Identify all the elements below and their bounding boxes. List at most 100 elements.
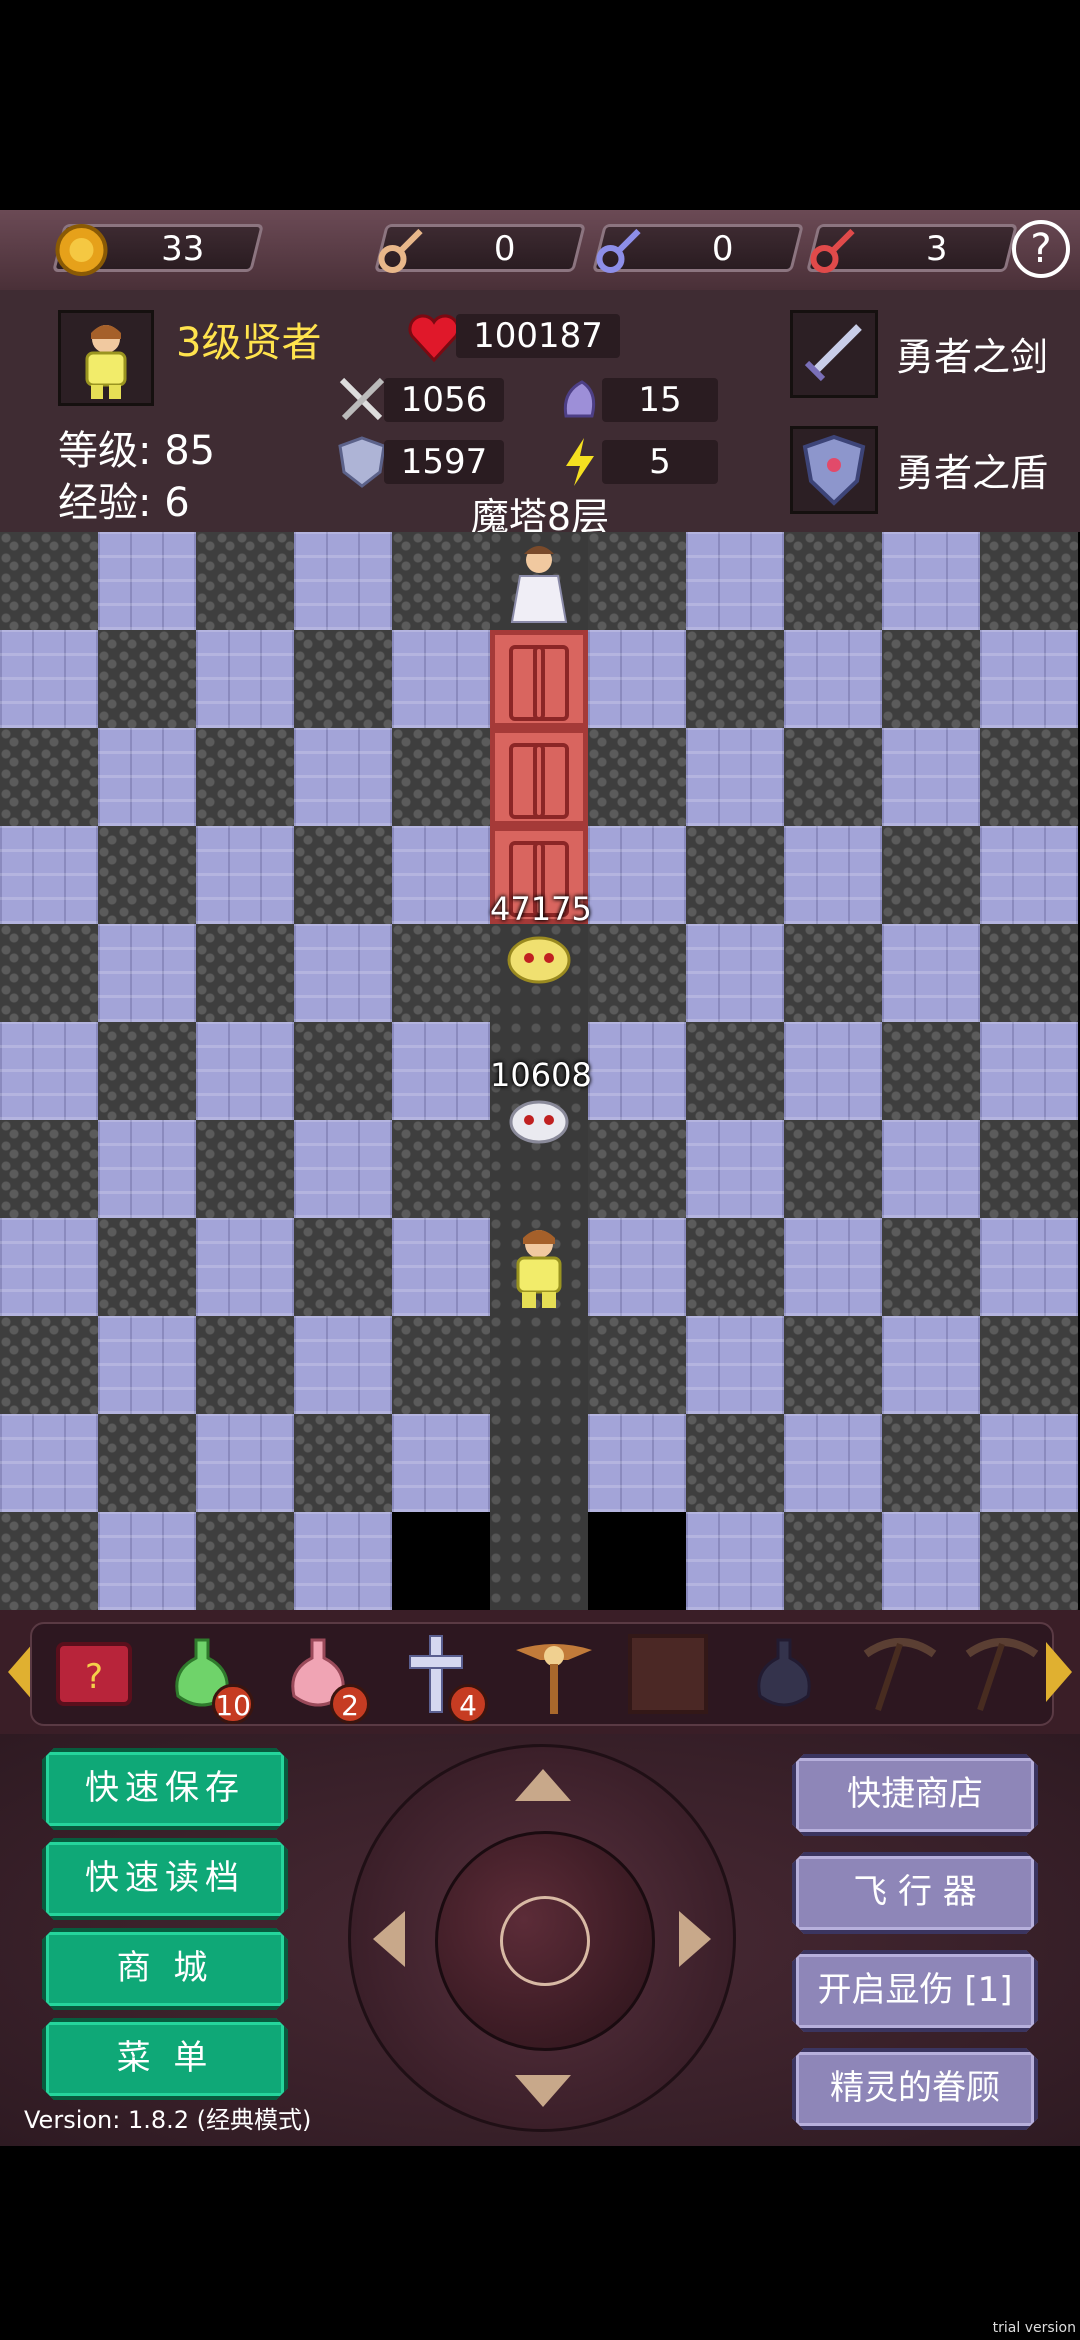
floor-tile[interactable]	[0, 1218, 98, 1316]
floor-tile[interactable]	[196, 1120, 294, 1218]
floor-tile[interactable]	[686, 1414, 784, 1512]
floor-tile[interactable]	[294, 1512, 392, 1610]
floor-tile[interactable]	[882, 1512, 980, 1610]
floor-tile[interactable]	[98, 1512, 196, 1610]
floor-tile[interactable]	[0, 1316, 98, 1414]
floor-tile[interactable]	[882, 630, 980, 728]
quick-load-button[interactable]: 快速读档	[42, 1838, 288, 1920]
floor-tile[interactable]	[392, 1120, 490, 1218]
floor-tile[interactable]	[196, 1316, 294, 1414]
floor-tile[interactable]	[196, 1022, 294, 1120]
direction-pad[interactable]	[348, 1744, 736, 2132]
floor-tile[interactable]	[784, 826, 882, 924]
floor-tile[interactable]	[294, 630, 392, 728]
quick-shop-button[interactable]: 快捷商店	[792, 1754, 1038, 1836]
floor-tile[interactable]	[196, 630, 294, 728]
floor-tile[interactable]	[0, 1022, 98, 1120]
floor-tile[interactable]	[588, 826, 686, 924]
floor-tile[interactable]	[980, 728, 1078, 826]
floor-tile[interactable]	[294, 532, 392, 630]
floor-tile[interactable]	[98, 1316, 196, 1414]
dpad-down-arrow[interactable]	[515, 2075, 571, 2107]
floor-tile[interactable]	[392, 728, 490, 826]
floor-tile[interactable]	[588, 1218, 686, 1316]
floor-tile[interactable]	[196, 1512, 294, 1610]
floor-tile[interactable]	[588, 1022, 686, 1120]
path-tile[interactable]	[490, 1316, 588, 1414]
floor-tile[interactable]	[294, 728, 392, 826]
floor-tile[interactable]	[686, 924, 784, 1022]
stairs-tile[interactable]	[392, 1512, 490, 1610]
floor-tile[interactable]	[980, 924, 1078, 1022]
floor-tile[interactable]	[294, 924, 392, 1022]
floor-tile[interactable]	[294, 1414, 392, 1512]
door-item-icon[interactable]	[622, 1630, 714, 1718]
floor-tile[interactable]	[980, 1120, 1078, 1218]
dpad-left-arrow[interactable]	[373, 1911, 405, 1967]
floor-tile[interactable]	[686, 1022, 784, 1120]
floor-tile[interactable]	[0, 1120, 98, 1218]
fairy-blessing-button[interactable]: 精灵的眷顾	[792, 2048, 1038, 2130]
floor-tile[interactable]	[588, 532, 686, 630]
floor-tile[interactable]	[784, 728, 882, 826]
flyer-button[interactable]: 飞 行 器	[792, 1852, 1038, 1934]
floor-tile[interactable]	[196, 1414, 294, 1512]
floor-tile[interactable]	[98, 1414, 196, 1512]
green-potion-icon[interactable]: 10	[156, 1630, 254, 1724]
tower-map[interactable]: 47175 10608	[0, 532, 1080, 1610]
floor-tile[interactable]	[392, 532, 490, 630]
floor-tile[interactable]	[882, 924, 980, 1022]
floor-tile[interactable]	[686, 1218, 784, 1316]
dpad-center[interactable]	[435, 1831, 655, 2051]
floor-tile[interactable]	[882, 1316, 980, 1414]
floor-tile[interactable]	[0, 532, 98, 630]
floor-tile[interactable]	[980, 1022, 1078, 1120]
floor-tile[interactable]	[0, 630, 98, 728]
floor-tile[interactable]	[294, 1316, 392, 1414]
stairs-tile[interactable]	[588, 1512, 686, 1610]
floor-tile[interactable]	[882, 1120, 980, 1218]
floor-tile[interactable]	[392, 1218, 490, 1316]
red-door-tile[interactable]	[490, 630, 588, 728]
pink-potion-icon[interactable]: 2	[272, 1630, 370, 1724]
show-damage-button[interactable]: 开启显伤 [1]	[792, 1950, 1038, 2032]
floor-tile[interactable]	[784, 1120, 882, 1218]
quick-save-button[interactable]: 快速保存	[42, 1748, 288, 1830]
floor-tile[interactable]	[98, 1218, 196, 1316]
floor-tile[interactable]	[392, 1022, 490, 1120]
pickaxe-2-icon[interactable]	[956, 1630, 1048, 1718]
dpad-right-arrow[interactable]	[679, 1911, 711, 1967]
floor-tile[interactable]	[784, 1414, 882, 1512]
floor-tile[interactable]	[294, 826, 392, 924]
floor-tile[interactable]	[784, 532, 882, 630]
floor-tile[interactable]	[882, 1022, 980, 1120]
monster-book-icon[interactable]: ?	[48, 1630, 140, 1718]
floor-tile[interactable]	[784, 1512, 882, 1610]
floor-tile[interactable]	[980, 1316, 1078, 1414]
floor-tile[interactable]	[294, 1218, 392, 1316]
floor-tile[interactable]	[98, 532, 196, 630]
floor-tile[interactable]	[196, 924, 294, 1022]
floor-tile[interactable]	[686, 1120, 784, 1218]
shop-button[interactable]: 商 城	[42, 1928, 288, 2010]
floor-tile[interactable]	[784, 630, 882, 728]
floor-tile[interactable]	[98, 924, 196, 1022]
hero-sprite-icon[interactable]	[490, 1218, 588, 1316]
path-tile[interactable]	[490, 1512, 588, 1610]
floor-tile[interactable]	[0, 924, 98, 1022]
floor-tile[interactable]	[882, 728, 980, 826]
floor-tile[interactable]	[784, 924, 882, 1022]
floor-tile[interactable]	[392, 630, 490, 728]
floor-tile[interactable]	[588, 1316, 686, 1414]
floor-tile[interactable]	[686, 1512, 784, 1610]
floor-tile[interactable]	[882, 532, 980, 630]
floor-tile[interactable]	[882, 1414, 980, 1512]
floor-tile[interactable]	[686, 728, 784, 826]
red-door-tile[interactable]	[490, 728, 588, 826]
floor-tile[interactable]	[686, 826, 784, 924]
floor-tile[interactable]	[0, 1414, 98, 1512]
floor-tile[interactable]	[98, 1022, 196, 1120]
floor-tile[interactable]	[588, 630, 686, 728]
floor-tile[interactable]	[882, 826, 980, 924]
floor-tile[interactable]	[882, 1218, 980, 1316]
